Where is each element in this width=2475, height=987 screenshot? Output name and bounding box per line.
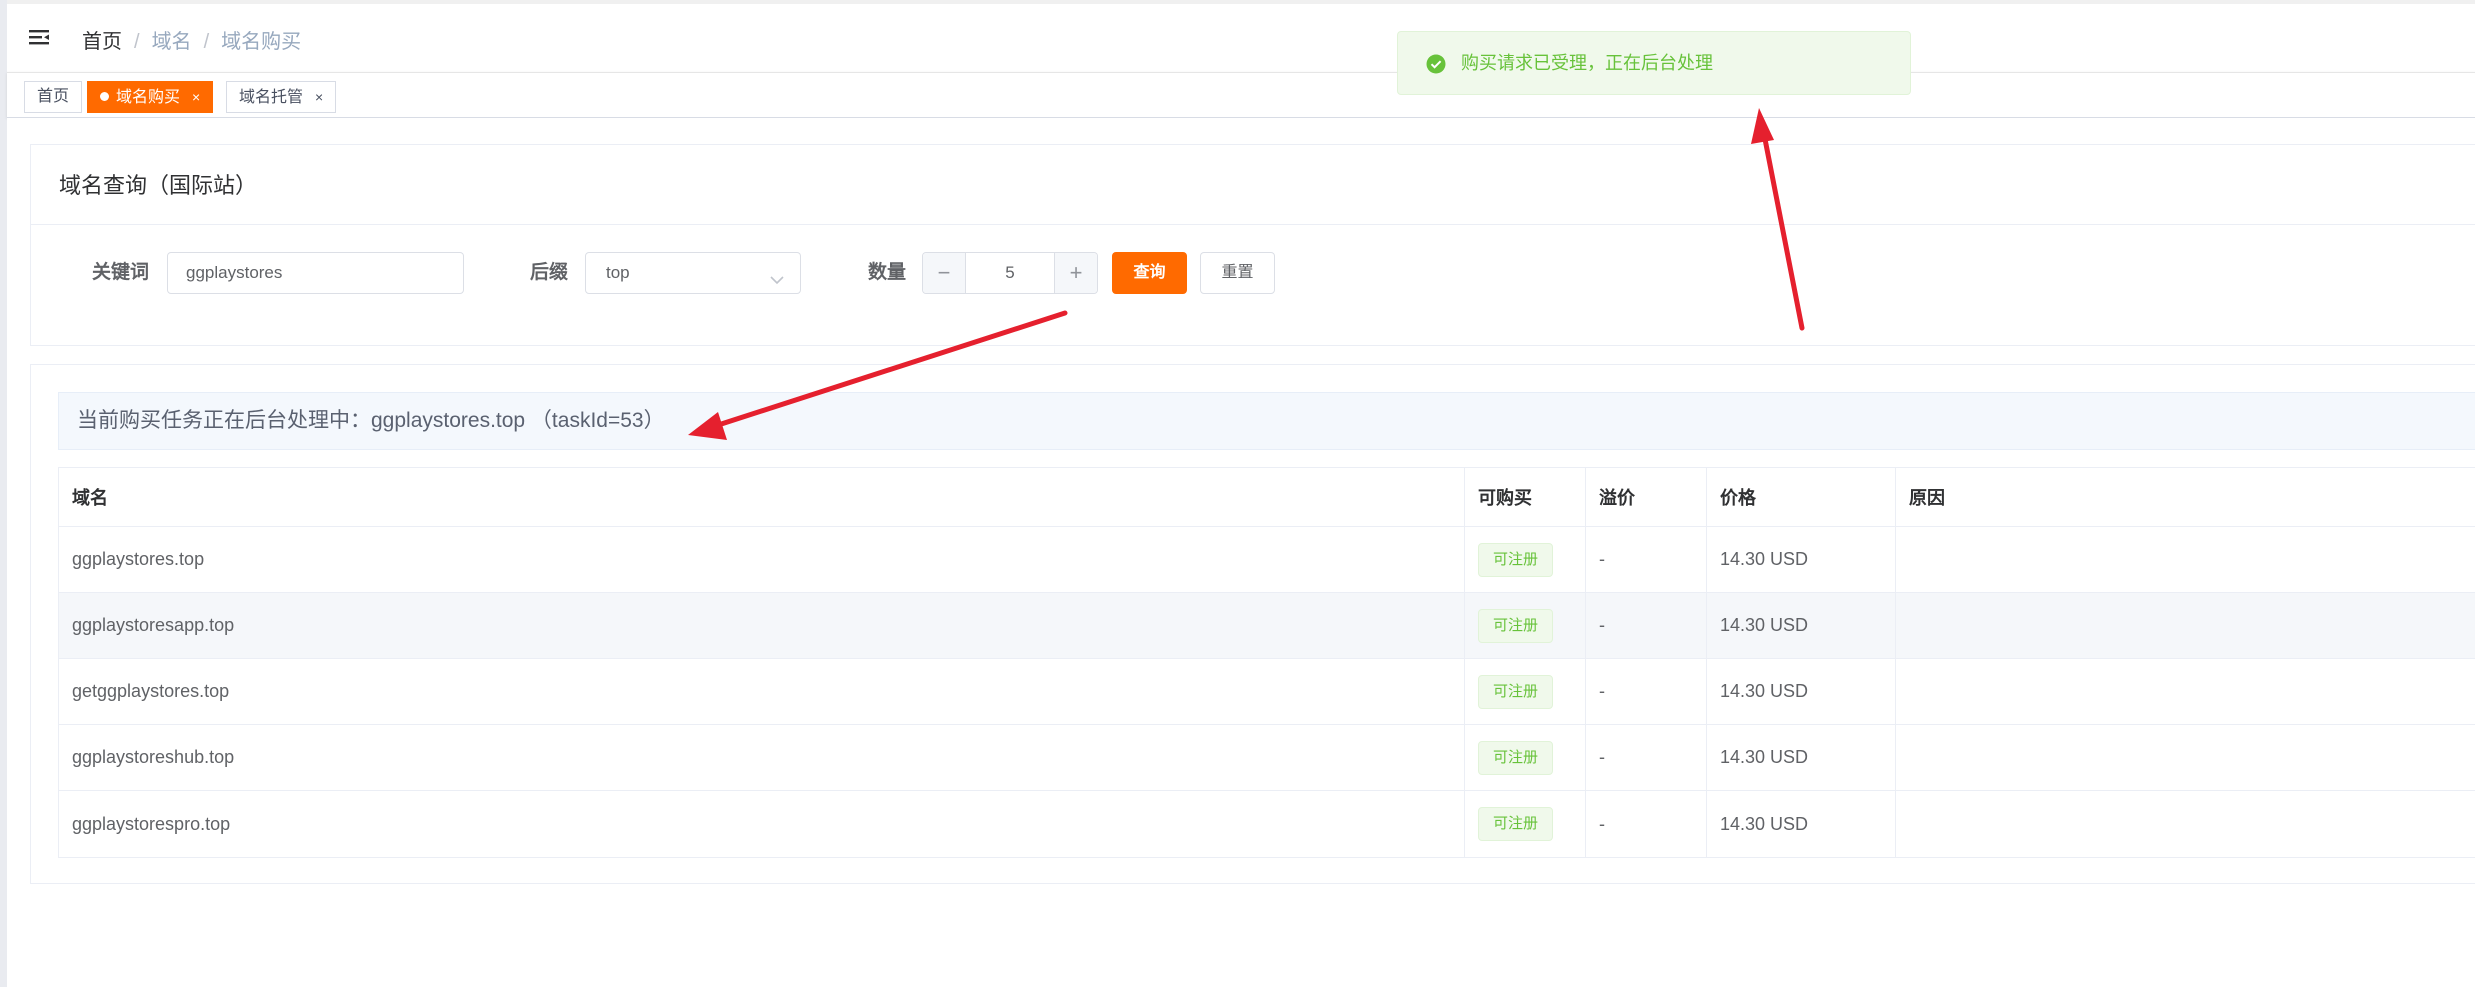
tag-domain-purchase[interactable]: 域名购买 ×: [87, 81, 214, 113]
success-check-icon: [1426, 54, 1446, 74]
tags-view-bar: 首页 域名购买 × 域名托管 ×: [7, 72, 2475, 118]
column-header-reason: 原因: [1909, 488, 1945, 508]
status-cell: 可注册: [1465, 527, 1586, 592]
close-icon[interactable]: ×: [315, 89, 323, 105]
table-row[interactable]: ggplaystorespro.top 可注册 - 14.30 USD: [59, 791, 2475, 857]
toast-message: 购买请求已受理，正在后台处理: [1461, 53, 1713, 73]
breadcrumb-home[interactable]: 首页: [82, 31, 122, 53]
premium-cell: -: [1586, 593, 1707, 658]
breadcrumb-domain: 域名: [151, 31, 192, 53]
status-badge: 可注册: [1478, 674, 1554, 709]
domain-cell: ggplaystoreshub.top: [59, 725, 1465, 790]
column-header-premium: 溢价: [1586, 468, 1707, 526]
price-cell: 14.30 USD: [1707, 527, 1896, 592]
domain-cell: getggplaystores.top: [59, 659, 1465, 724]
price-cell: 14.30 USD: [1707, 593, 1896, 658]
status-cell: 可注册: [1465, 593, 1586, 658]
breadcrumb-domain-purchase: 域名购买: [221, 31, 302, 53]
suffix-select[interactable]: top: [585, 252, 801, 294]
reason-cell: [1896, 593, 2475, 658]
status-badge: 可注册: [1478, 542, 1554, 577]
premium-cell: -: [1586, 527, 1707, 592]
task-info-alert: 当前购买任务正在后台处理中：ggplaystores.top （taskId=5…: [58, 392, 2475, 450]
domain-table: 域名 可购买 溢价 价格 原因 ggplaystores.top 可注册 - 1…: [58, 467, 2475, 858]
hamburger-menu-icon[interactable]: [27, 26, 51, 50]
premium-cell: -: [1586, 791, 1707, 857]
count-stepper: − 5 +: [922, 252, 1098, 294]
reason-cell: [1896, 791, 2475, 857]
table-row[interactable]: ggplaystoreshub.top 可注册 - 14.30 USD: [59, 725, 2475, 791]
column-header-available: 可购买: [1465, 468, 1586, 526]
tag-home[interactable]: 首页: [24, 81, 83, 113]
premium-cell: -: [1586, 659, 1707, 724]
column-header-price: 价格: [1707, 468, 1896, 526]
search-card: 域名查询（国际站）: [30, 144, 2475, 346]
tag-domain-hosting[interactable]: 域名托管 ×: [226, 81, 337, 113]
price-cell: 14.30 USD: [1707, 725, 1896, 790]
query-button[interactable]: 查询: [1112, 252, 1187, 294]
reason-cell: [1896, 725, 2475, 790]
suffix-label: 后缀: [530, 262, 569, 283]
table-row[interactable]: ggplaystoresapp.top 可注册 - 14.30 USD: [59, 593, 2475, 659]
price-cell: 14.30 USD: [1707, 791, 1896, 857]
domain-cell: ggplaystores.top: [59, 527, 1465, 592]
status-badge: 可注册: [1478, 740, 1554, 775]
breadcrumb-separator: /: [203, 31, 210, 53]
status-cell: 可注册: [1465, 791, 1586, 857]
domain-cell: ggplaystoresapp.top: [59, 593, 1465, 658]
card-header: 域名查询（国际站）: [31, 145, 2475, 225]
count-input[interactable]: 5: [966, 253, 1054, 293]
breadcrumb: 首页 / 域名 / 域名购买: [82, 28, 301, 56]
card-title: 域名查询（国际站）: [59, 173, 258, 198]
keyword-input[interactable]: ggplaystores: [167, 252, 464, 294]
status-badge: 可注册: [1478, 608, 1554, 643]
table-row[interactable]: ggplaystores.top 可注册 - 14.30 USD: [59, 527, 2475, 593]
reason-cell: [1896, 659, 2475, 724]
increase-button[interactable]: +: [1054, 253, 1097, 293]
tag-label: 首页: [37, 88, 70, 105]
task-info-text: 当前购买任务正在后台处理中：ggplaystores.top （taskId=5…: [77, 409, 665, 432]
reason-cell: [1896, 527, 2475, 592]
premium-cell: -: [1586, 725, 1707, 790]
status-cell: 可注册: [1465, 725, 1586, 790]
status-cell: 可注册: [1465, 659, 1586, 724]
price-cell: 14.30 USD: [1707, 659, 1896, 724]
reset-button[interactable]: 重置: [1200, 252, 1275, 294]
table-row[interactable]: getggplaystores.top 可注册 - 14.30 USD: [59, 659, 2475, 725]
domain-cell: ggplaystorespro.top: [59, 791, 1465, 857]
breadcrumb-separator: /: [134, 31, 140, 53]
left-sidebar-edge: [0, 0, 7, 987]
column-header-domain: 域名: [59, 468, 1465, 526]
keyword-label: 关键词: [92, 262, 150, 283]
chevron-down-icon: [768, 264, 786, 285]
tag-label: 域名购买: [116, 89, 181, 106]
decrease-button[interactable]: −: [923, 253, 966, 293]
status-badge: 可注册: [1478, 807, 1554, 841]
active-dot-icon: [100, 92, 109, 101]
count-label: 数量: [868, 262, 907, 283]
table-header-row: 域名 可购买 溢价 价格 原因: [59, 468, 2475, 527]
close-icon[interactable]: ×: [192, 89, 200, 105]
suffix-select-value: top: [606, 263, 630, 282]
navbar: 首页 / 域名 / 域名购买: [7, 0, 2475, 72]
success-toast: 购买请求已受理，正在后台处理: [1397, 31, 1911, 95]
tag-label: 域名托管: [239, 89, 304, 106]
